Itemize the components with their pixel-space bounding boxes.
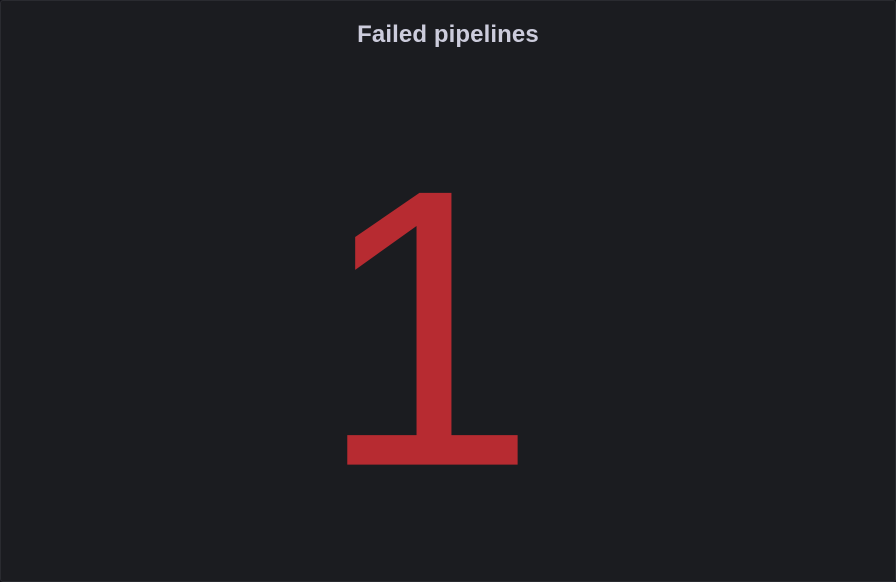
stat-panel[interactable]: Failed pipelines 1 — [0, 0, 896, 582]
stat-value-area: 1 — [1, 69, 895, 581]
stat-value: 1 — [317, 107, 537, 549]
panel-header[interactable]: Failed pipelines — [1, 1, 895, 69]
panel-title[interactable]: Failed pipelines — [357, 21, 539, 49]
stat-value-canvas: 1 — [317, 107, 537, 549]
